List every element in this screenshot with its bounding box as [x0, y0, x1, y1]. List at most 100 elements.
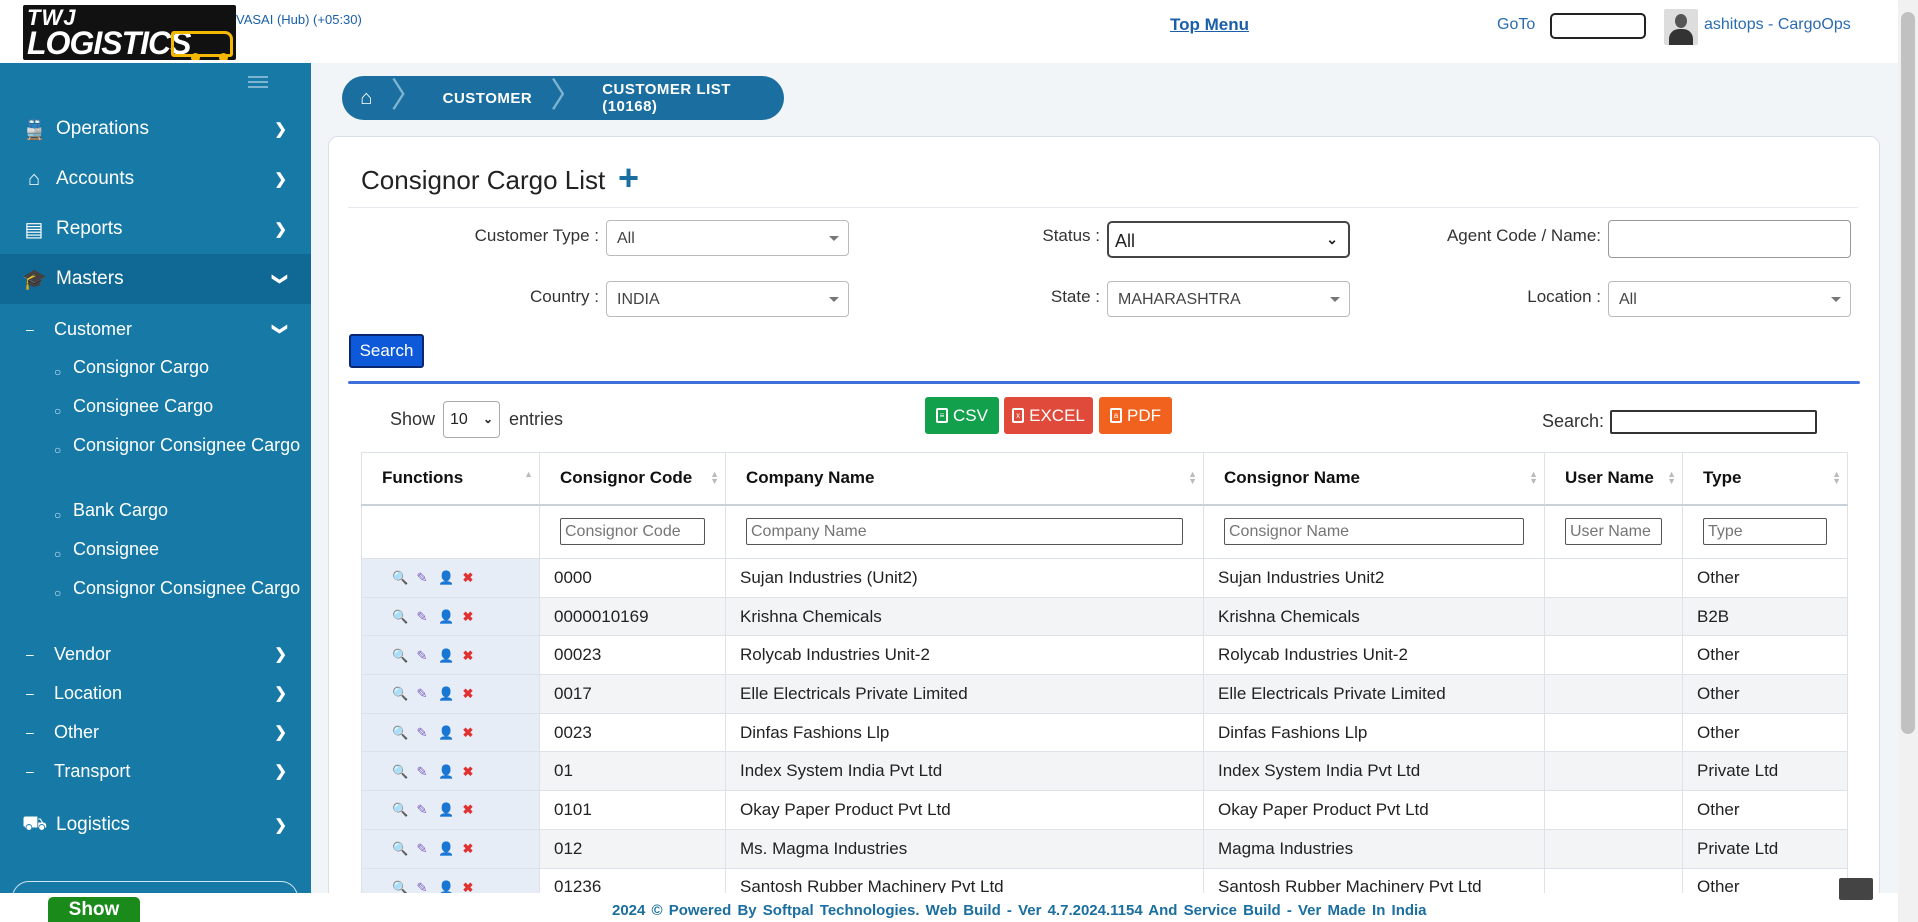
magnifier-icon[interactable]: 🔍 — [392, 764, 408, 779]
column-header-consignor-code[interactable]: Consignor Code ▲ ▼ — [539, 452, 726, 506]
delete-x-icon[interactable]: ✖ — [461, 610, 475, 624]
cell-company: Krishna Chemicals — [725, 596, 1204, 637]
entries-per-page-select[interactable]: 10 ⌄ — [443, 401, 500, 438]
magnifier-icon[interactable]: 🔍 — [392, 842, 408, 856]
sidebar-sub-vendor[interactable]: – Vendor ❯ — [0, 641, 311, 667]
pencil-icon[interactable]: ✎ — [415, 726, 429, 740]
table-row[interactable]: 🔍 ✎ 👤 ✖ 00023 Rolycab Industries Unit-2 Rolyca… — [361, 635, 1848, 676]
table-row[interactable]: 🔍 ✎ 👤 ✖ 0101 Okay Paper Product Pvt Ltd Okay P… — [361, 790, 1848, 830]
plus-icon[interactable]: + — [618, 160, 639, 196]
sidebar-leaf-consignee-cargo[interactable]: ○ Consignee Cargo — [54, 395, 304, 418]
magnifier-icon[interactable]: 🔍 — [392, 648, 408, 663]
sidebar-sub-other[interactable]: – Other ❯ — [0, 719, 311, 745]
search-button[interactable]: Search — [349, 334, 424, 368]
pencil-icon[interactable]: ✎ — [415, 648, 429, 663]
country-select[interactable]: INDIA — [606, 281, 849, 317]
sidebar-item-operations[interactable]: 🚆 Operations ❯ — [0, 104, 311, 154]
consignor-name-filter[interactable] — [1224, 518, 1524, 546]
column-header-company-name[interactable]: Company Name ▲ ▼ — [725, 452, 1204, 506]
sidebar-leaf-consignor-consignee-cargo[interactable]: ○ Consignor Consignee Cargo — [54, 434, 304, 457]
magnifier-icon[interactable]: 🔍 — [392, 571, 408, 585]
pencil-icon[interactable]: ✎ — [415, 842, 429, 856]
user-icon[interactable]: 👤 — [438, 571, 454, 585]
location-select[interactable]: All — [1608, 281, 1851, 317]
sidebar-leaf-bank-cargo[interactable]: ○ Bank Cargo — [54, 499, 304, 522]
sidebar-item-accounts[interactable]: ⌂ Accounts ❯ — [0, 154, 311, 204]
sidebar-sub-location[interactable]: – Location ❯ — [0, 680, 311, 706]
agent-input[interactable] — [1608, 220, 1851, 258]
cell-user — [1544, 751, 1683, 792]
customer-type-select[interactable]: All — [606, 220, 849, 256]
delete-x-icon[interactable]: ✖ — [461, 648, 475, 663]
chevron-down-icon: ❯ — [271, 272, 289, 286]
delete-x-icon[interactable]: ✖ — [461, 803, 475, 817]
csv-export-button[interactable]: ≡ CSV — [925, 397, 999, 434]
table-row[interactable]: 🔍 ✎ 👤 ✖ 0000010169 Krishna Chemicals Krishna C… — [361, 596, 1848, 637]
column-header-user-name[interactable]: User Name ▲ ▼ — [1544, 452, 1683, 506]
user-icon[interactable]: 👤 — [438, 842, 454, 856]
delete-x-icon[interactable]: ✖ — [461, 687, 475, 701]
magnifier-icon[interactable]: 🔍 — [392, 687, 408, 701]
table-row[interactable]: 🔍 ✎ 👤 ✖ 0000 Sujan Industries (Unit2) Sujan In… — [361, 558, 1848, 598]
breadcrumb-customer-list[interactable]: CUSTOMER LIST (10168) — [584, 81, 784, 115]
pencil-icon[interactable]: ✎ — [415, 571, 429, 585]
sidebar-sub-customer[interactable]: – Customer ❯ — [0, 316, 311, 342]
user-name-filter[interactable] — [1565, 518, 1662, 546]
user-icon[interactable]: 👤 — [438, 610, 454, 624]
magnifier-icon[interactable]: 🔍 — [392, 610, 408, 624]
table-row[interactable]: 🔍 ✎ 👤 ✖ 012 Ms. Magma Industries Magma Industr… — [361, 828, 1848, 869]
company-logo[interactable]: TWJ LOGISTICS — [23, 5, 236, 60]
user-icon[interactable]: 👤 — [438, 648, 454, 663]
sidebar-leaf-consignee[interactable]: ○ Consignee — [54, 538, 304, 561]
page-scrollbar[interactable] — [1898, 0, 1918, 922]
delete-x-icon[interactable]: ✖ — [461, 571, 475, 585]
magnifier-icon[interactable]: 🔍 — [392, 803, 408, 817]
sidebar-leaf-consignor-consignee-cargo-2[interactable]: ○ Consignor Consignee Cargo — [54, 577, 304, 600]
goto-input[interactable] — [1550, 13, 1646, 39]
delete-x-icon[interactable]: ✖ — [461, 842, 475, 856]
column-filter-row — [361, 504, 1848, 559]
pencil-icon[interactable]: ✎ — [415, 687, 429, 701]
table-search-input[interactable] — [1610, 410, 1817, 434]
company-name-filter[interactable] — [746, 518, 1183, 546]
user-name-link[interactable]: ashitops - CargoOps — [1704, 16, 1851, 34]
sidebar-sub-transport[interactable]: – Transport ❯ — [0, 758, 311, 784]
delete-x-icon[interactable]: ✖ — [461, 726, 475, 740]
pencil-icon[interactable]: ✎ — [415, 610, 429, 624]
delete-x-icon[interactable]: ✖ — [461, 764, 475, 779]
sidebar-bottom-button[interactable] — [12, 881, 298, 893]
show-button[interactable]: Show — [48, 897, 140, 922]
pdf-export-button[interactable]: a PDF — [1099, 397, 1172, 434]
top-menu-link[interactable]: Top Menu — [1170, 15, 1249, 35]
breadcrumb-customer[interactable]: CUSTOMER — [425, 90, 551, 107]
pencil-icon[interactable]: ✎ — [415, 764, 429, 779]
sidebar-item-logistics[interactable]: ⛟ Logistics ❯ — [0, 800, 311, 850]
menu-toggle-icon[interactable] — [248, 76, 268, 90]
pencil-icon[interactable]: ✎ — [415, 803, 429, 817]
avatar[interactable] — [1664, 9, 1698, 45]
magnifier-icon[interactable]: 🔍 — [392, 726, 408, 740]
user-icon[interactable]: 👤 — [438, 803, 454, 817]
table-row[interactable]: 🔍 ✎ 👤 ✖ 0023 Dinfas Fashions Llp Dinfas Fashio… — [361, 712, 1848, 753]
consignor-code-filter[interactable] — [560, 518, 705, 546]
table-row[interactable]: 🔍 ✎ 👤 ✖ 0017 Elle Electricals Private Limited… — [361, 674, 1848, 714]
state-select[interactable]: MAHARASHTRA — [1107, 281, 1350, 317]
scrollbar-thumb[interactable] — [1901, 12, 1915, 734]
status-select[interactable]: All ⌄ — [1107, 221, 1350, 258]
sidebar-leaf-consignor-cargo[interactable]: ○ Consignor Cargo — [54, 356, 304, 379]
table-row[interactable]: 🔍 ✎ 👤 ✖ 01 Index System India Pvt Ltd Index Sy… — [361, 751, 1848, 792]
excel-export-button[interactable]: x EXCEL — [1004, 397, 1093, 434]
column-header-consignor-name[interactable]: Consignor Name ▲ ▼ — [1203, 452, 1545, 506]
sidebar-item-reports[interactable]: ▤ Reports ❯ — [0, 204, 311, 254]
user-icon[interactable]: 👤 — [438, 726, 454, 740]
column-header-type[interactable]: Type ▲ ▼ — [1682, 452, 1848, 506]
user-icon[interactable]: 👤 — [438, 764, 454, 779]
scroll-to-top-button[interactable] — [1839, 878, 1873, 900]
cell-type: Other — [1682, 558, 1848, 598]
cell-user — [1544, 828, 1683, 869]
home-icon[interactable]: ⌂ — [342, 87, 391, 110]
user-icon[interactable]: 👤 — [438, 687, 454, 701]
type-filter[interactable] — [1703, 518, 1827, 546]
column-header-functions[interactable]: Functions ▲ — [361, 452, 540, 506]
sidebar-item-masters[interactable]: 🎓 Masters ❯ — [0, 254, 311, 304]
